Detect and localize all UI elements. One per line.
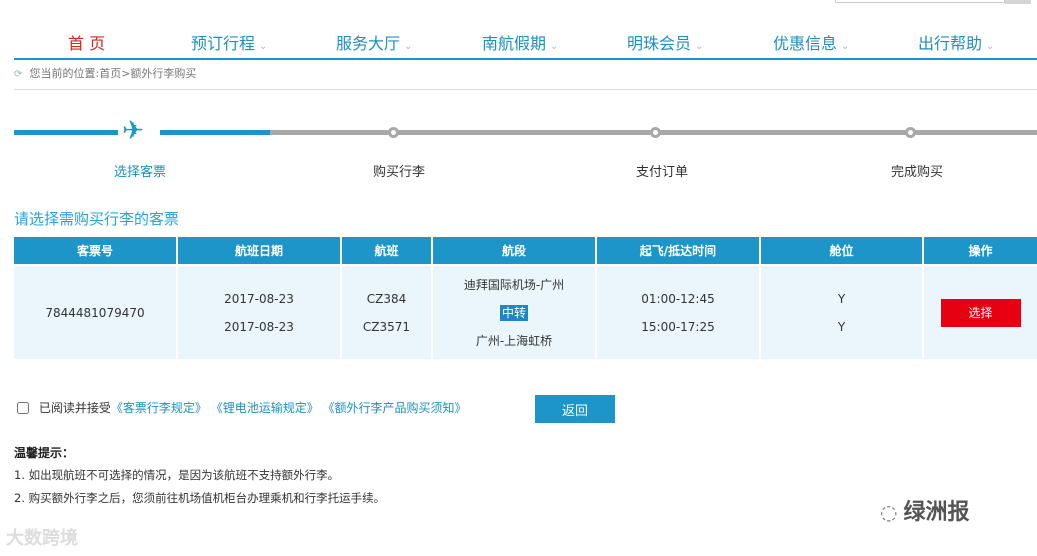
column-header: 起飞/抵达时间	[596, 237, 761, 265]
flight-time: 01:00-12:45	[641, 291, 715, 306]
flight-number: CZ3571	[362, 319, 411, 334]
nav-item-booking[interactable]: 预订行程 ⌄	[191, 30, 267, 54]
step-dot	[388, 127, 399, 138]
nav-item-service[interactable]: 服务大厅 ⌄	[336, 30, 412, 54]
nav-item-help[interactable]: 出行帮助 ⌄	[918, 30, 994, 54]
nav-item-label: 出行帮助	[918, 34, 983, 53]
flight-date-cell: 2017-08-23 2017-08-23	[177, 264, 342, 359]
time-cell: 01:00-12:45 15:00-17:25	[596, 264, 761, 359]
plane-icon: ✈	[122, 116, 144, 146]
progress-track-done	[14, 130, 118, 135]
chevron-down-icon: ⌄	[259, 41, 268, 52]
nav-item-label: 首 页	[68, 34, 106, 53]
ticket-number-cell: 7844481079470	[14, 264, 178, 359]
tip-item: 2. 购买额外行李之后，您须前往机场值机柜台办理乘机和行李托运手续。	[14, 491, 386, 505]
nav-item-label: 预订行程	[191, 34, 256, 53]
step-label-pay: 支付订单	[636, 165, 689, 180]
cabin-class: Y	[837, 319, 846, 334]
select-ticket-button[interactable]: 选择	[940, 298, 1021, 327]
back-button[interactable]: 返回	[535, 395, 615, 423]
nav-item-label: 南航假期	[482, 34, 547, 53]
watermark-right-text: 绿洲报	[903, 500, 970, 525]
chevron-down-icon: ⌄	[550, 41, 559, 52]
progress-track-done	[160, 130, 270, 135]
battery-rules-link[interactable]: 《锂电池运输规定》	[211, 401, 319, 415]
route-leg: 迪拜国际机场-广州	[463, 277, 565, 292]
column-header: 航班	[341, 237, 433, 265]
column-header: 操作	[923, 237, 1037, 265]
route-leg: 广州-上海虹桥	[475, 333, 553, 348]
flight-date: 2017-08-23	[224, 291, 294, 306]
breadcrumb: ⟳ 您当前的位置:首页>额外行李购买	[14, 66, 1037, 90]
nav-item-offers[interactable]: 优惠信息 ⌄	[773, 30, 849, 54]
step-dot	[905, 127, 916, 138]
route-cell: 迪拜国际机场-广州 中转 广州-上海虹桥	[432, 264, 597, 359]
ticket-table: 客票号 航班日期 航班 航段 起飞/抵达时间 舱位 操作 78444810794…	[14, 237, 1037, 359]
watermark-left-text: 大数跨境	[6, 528, 78, 549]
ticket-number: 7844481079470	[45, 305, 145, 320]
nav-item-member[interactable]: 明珠会员 ⌄	[627, 30, 703, 54]
table-header-row: 客票号 航班日期 航班 航段 起飞/抵达时间 舱位 操作	[14, 237, 1037, 265]
column-header: 航段	[432, 237, 597, 265]
extra-baggage-terms-link[interactable]: 《额外行李产品购买须知》	[323, 401, 467, 415]
step-label-buy-baggage: 购买行李	[373, 165, 426, 180]
column-header: 航班日期	[177, 237, 342, 265]
progress-steps: ✈	[14, 116, 1037, 150]
tip-item: 1. 如出现航班不可选择的情况，是因为该航班不支持额外行李。	[14, 468, 340, 482]
flight-date: 2017-08-23	[224, 319, 294, 334]
top-search-button[interactable]	[1005, 0, 1031, 4]
section-title: 请选择需购买行李的客票	[14, 210, 180, 228]
step-label-select-ticket: 选择客票	[114, 165, 167, 180]
nav-item-label: 优惠信息	[773, 34, 838, 53]
step-label-complete: 完成购买	[891, 165, 944, 180]
chevron-down-icon: ⌄	[841, 41, 850, 52]
agree-label: 已阅读并接受	[38, 401, 111, 415]
baggage-rules-link[interactable]: 《客票行李规定》	[111, 401, 207, 415]
top-search-input[interactable]	[835, 0, 1005, 3]
column-header: 客票号	[14, 237, 178, 265]
table-row: 7844481079470 2017-08-23 2017-08-23 CZ38…	[14, 264, 1037, 359]
column-header: 舱位	[760, 237, 924, 265]
flight-number-cell: CZ384 CZ3571	[341, 264, 433, 359]
wechat-icon: ◌	[880, 500, 898, 524]
action-cell: 选择	[923, 264, 1037, 359]
nav-item-holiday[interactable]: 南航假期 ⌄	[482, 30, 558, 54]
nav-item-home[interactable]: 首 页	[68, 30, 105, 54]
chevron-down-icon: ⌄	[404, 41, 413, 52]
watermark-left: 大数跨境	[6, 524, 78, 550]
nav-item-label: 服务大厅	[336, 34, 401, 53]
breadcrumb-text: 您当前的位置:首页>额外行李购买	[29, 67, 197, 80]
step-dot	[650, 127, 661, 138]
chevron-down-icon: ⌄	[986, 41, 995, 52]
location-icon: ⟳	[14, 69, 23, 80]
cabin-class: Y	[837, 291, 846, 306]
flight-time: 15:00-17:25	[641, 319, 715, 334]
nav-item-label: 明珠会员	[627, 34, 692, 53]
flight-number: CZ384	[366, 291, 407, 306]
tips-title: 温馨提示：	[14, 446, 75, 460]
watermark-right: ◌ 绿洲报	[880, 494, 969, 526]
agreement-row: 已阅读并接受《客票行李规定》 《锂电池运输规定》 《额外行李产品购买须知》	[17, 399, 467, 416]
transfer-label: 中转	[499, 304, 528, 321]
agree-checkbox[interactable]	[17, 402, 29, 414]
cabin-cell: Y Y	[760, 264, 924, 359]
main-nav: 首 页 预订行程 ⌄ 服务大厅 ⌄ 南航假期 ⌄ 明珠会员 ⌄ 优惠信息 ⌄ 出行帮助 ⌄	[14, 22, 1037, 60]
chevron-down-icon: ⌄	[695, 41, 704, 52]
